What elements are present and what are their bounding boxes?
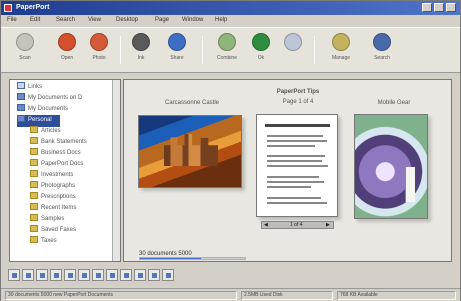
folder-icon — [17, 104, 25, 111]
menu-window[interactable]: Window — [182, 17, 203, 23]
combine-button[interactable]: Combine — [215, 33, 239, 67]
scan-button[interactable]: Scan — [13, 33, 37, 67]
computer-icon — [17, 82, 25, 89]
tree-item[interactable]: Taxes — [30, 236, 57, 248]
search-button[interactable]: Search — [370, 33, 394, 67]
folder-icon — [30, 170, 38, 177]
status-available: 768 KB Available — [337, 291, 456, 300]
ok-button[interactable]: Ok — [249, 33, 273, 67]
tips-title: PaperPort Tips — [276, 89, 320, 95]
rotate-icon[interactable] — [92, 269, 104, 281]
ink-button[interactable]: Ink — [129, 33, 153, 67]
folder-icon — [30, 181, 38, 188]
folder-icon — [30, 137, 38, 144]
photo-icon — [90, 33, 108, 51]
menu-search[interactable]: Search — [56, 17, 75, 23]
toolbar-separator — [120, 36, 121, 64]
folder-icon — [30, 159, 38, 166]
thumb-icon[interactable] — [36, 269, 48, 281]
folder-icon — [30, 148, 38, 155]
status-bar: 30 documents 5000 new PaperPort Document… — [1, 288, 460, 301]
zoom-out-icon[interactable] — [134, 269, 146, 281]
load-progress — [139, 257, 246, 260]
main-toolbar: Scan Open Photo Ink Share Combine Ok Man… — [1, 27, 460, 73]
menu-page[interactable]: Page — [155, 17, 169, 23]
previous-page-icon[interactable]: ◀ — [264, 222, 268, 228]
grid-icon[interactable] — [22, 269, 34, 281]
paperport-tips-thumbnail[interactable] — [256, 114, 338, 217]
progress-fill — [140, 258, 201, 259]
folder-icon — [30, 236, 38, 243]
page-count: 1 of 4 — [290, 222, 303, 228]
mobile-gear-thumbnail[interactable] — [354, 114, 428, 219]
menu-help[interactable]: Help — [215, 17, 227, 23]
folder-tree[interactable]: Links My Documents on D My Documents Per… — [9, 79, 121, 262]
share-icon — [168, 33, 186, 51]
window-title: PaperPort — [16, 4, 50, 11]
copy-icon[interactable] — [64, 269, 76, 281]
photo-button[interactable]: Photo — [87, 33, 111, 67]
check-icon — [252, 33, 270, 51]
folder-icon — [17, 115, 25, 122]
manage-icon — [332, 33, 350, 51]
close-icon[interactable] — [446, 3, 456, 12]
status-documents: 30 documents 5000 new PaperPort Document… — [5, 291, 237, 300]
title-bar: PaperPort — [1, 1, 460, 15]
delete-icon[interactable] — [148, 269, 160, 281]
share-button[interactable]: Share — [165, 33, 189, 67]
paperport-window: PaperPort File Edit Search View Desktop … — [0, 0, 461, 301]
open-button[interactable]: Open — [55, 33, 79, 67]
fit-icon[interactable] — [106, 269, 118, 281]
mobile-gear-title: Mobile Gear — [377, 100, 411, 106]
status-disk-used: 2.5MB Used Disk — [241, 291, 333, 300]
scan-icon[interactable] — [50, 269, 62, 281]
view-toolbar — [8, 268, 228, 284]
open-icon — [58, 33, 76, 51]
menu-desktop[interactable]: Desktop — [116, 17, 138, 23]
folder-icon — [30, 192, 38, 199]
menu-file[interactable]: File — [7, 17, 17, 23]
next-page-icon[interactable]: ▶ — [326, 222, 330, 228]
search-icon — [373, 33, 391, 51]
page-navigation[interactable]: ◀ 1 of 4 ▶ — [261, 221, 334, 229]
properties-icon[interactable] — [162, 269, 174, 281]
menu-edit[interactable]: Edit — [30, 17, 40, 23]
combine-icon — [218, 33, 236, 51]
document-view[interactable]: Carcassonne Castle PaperPort Tips Page 1… — [123, 79, 452, 262]
scan-icon — [16, 33, 34, 51]
move-icon[interactable] — [78, 269, 90, 281]
maximize-icon[interactable] — [434, 3, 444, 12]
folder-icon — [30, 225, 38, 232]
castle-thumbnail[interactable] — [138, 115, 242, 188]
zoom-in-icon[interactable] — [120, 269, 132, 281]
ink-icon — [132, 33, 150, 51]
castle-title: Carcassonne Castle — [164, 100, 220, 106]
tips-subtitle: Page 1 of 4 — [282, 99, 314, 105]
menu-view[interactable]: View — [88, 17, 101, 23]
page-icon — [284, 33, 302, 51]
toolbar-separator — [314, 36, 315, 64]
page-button[interactable] — [281, 33, 305, 67]
folder-icon — [30, 126, 38, 133]
list-icon[interactable] — [8, 269, 20, 281]
menu-bar: File Edit Search View Desktop Page Windo… — [1, 16, 460, 26]
tree-scrollbar[interactable] — [112, 80, 120, 261]
app-icon — [4, 4, 12, 12]
folder-icon — [30, 203, 38, 210]
folder-icon — [30, 214, 38, 221]
manage-button[interactable]: Manage — [329, 33, 353, 67]
toolbar-separator — [202, 36, 203, 64]
minimize-icon[interactable] — [422, 3, 432, 12]
folder-icon — [17, 93, 25, 100]
